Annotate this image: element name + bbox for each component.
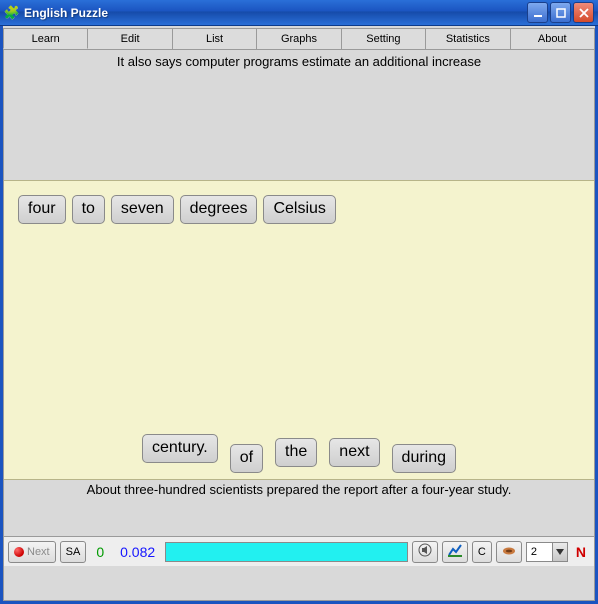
app-icon: 🧩 bbox=[4, 5, 20, 21]
pool-word[interactable]: century. bbox=[142, 434, 218, 463]
status-count: 0 bbox=[90, 544, 110, 560]
placed-row: four to seven degrees Celsius bbox=[18, 195, 580, 224]
tab-graphs[interactable]: Graphs bbox=[257, 28, 341, 49]
tab-list[interactable]: List bbox=[173, 28, 257, 49]
level-select-value: 2 bbox=[531, 546, 537, 558]
progress-box bbox=[165, 542, 408, 562]
speaker-icon bbox=[418, 543, 432, 560]
c-button[interactable]: C bbox=[472, 541, 492, 563]
next-button[interactable]: Next bbox=[8, 541, 56, 563]
placed-word[interactable]: degrees bbox=[180, 195, 258, 224]
tab-learn[interactable]: Learn bbox=[3, 28, 88, 49]
voice-button[interactable] bbox=[496, 541, 522, 563]
close-button[interactable] bbox=[573, 2, 594, 23]
content-area: It also says computer programs estimate … bbox=[3, 50, 595, 601]
sa-button[interactable]: SA bbox=[60, 541, 87, 563]
tab-setting[interactable]: Setting bbox=[342, 28, 426, 49]
titlebar: 🧩 English Puzzle bbox=[0, 0, 598, 26]
prompt-top: It also says computer programs estimate … bbox=[4, 50, 594, 180]
placed-word[interactable]: seven bbox=[111, 195, 174, 224]
word-pool: century. of the next during bbox=[4, 440, 594, 469]
pool-word[interactable]: during bbox=[392, 444, 456, 473]
chevron-down-icon bbox=[552, 543, 567, 561]
statusbar: Next SA 0 0.082 bbox=[4, 536, 594, 566]
window-title: English Puzzle bbox=[24, 6, 525, 20]
workspace[interactable]: four to seven degrees Celsius century. o… bbox=[4, 180, 594, 480]
status-time: 0.082 bbox=[114, 544, 161, 560]
pool-word[interactable]: the bbox=[275, 438, 317, 467]
client-area: Learn Edit List Graphs Setting Statistic… bbox=[0, 26, 598, 604]
placed-word[interactable]: four bbox=[18, 195, 66, 224]
tab-about[interactable]: About bbox=[511, 28, 595, 49]
level-select[interactable]: 2 bbox=[526, 542, 568, 562]
tab-statistics[interactable]: Statistics bbox=[426, 28, 510, 49]
prompt-bottom: About three-hundred scientists prepared … bbox=[4, 480, 594, 536]
maximize-button[interactable] bbox=[550, 2, 571, 23]
tab-edit[interactable]: Edit bbox=[88, 28, 172, 49]
record-icon bbox=[14, 547, 24, 557]
tab-bar: Learn Edit List Graphs Setting Statistic… bbox=[3, 28, 595, 50]
status-n: N bbox=[572, 544, 590, 560]
placed-word[interactable]: to bbox=[72, 195, 105, 224]
pool-word[interactable]: next bbox=[329, 438, 379, 467]
placed-word[interactable]: Celsius bbox=[263, 195, 335, 224]
pool-word[interactable]: of bbox=[230, 444, 263, 473]
graph-button[interactable] bbox=[442, 541, 468, 563]
minimize-button[interactable] bbox=[527, 2, 548, 23]
sound-button[interactable] bbox=[412, 541, 438, 563]
next-button-label: Next bbox=[27, 546, 50, 558]
graph-icon bbox=[448, 543, 462, 560]
lips-icon bbox=[501, 543, 517, 560]
